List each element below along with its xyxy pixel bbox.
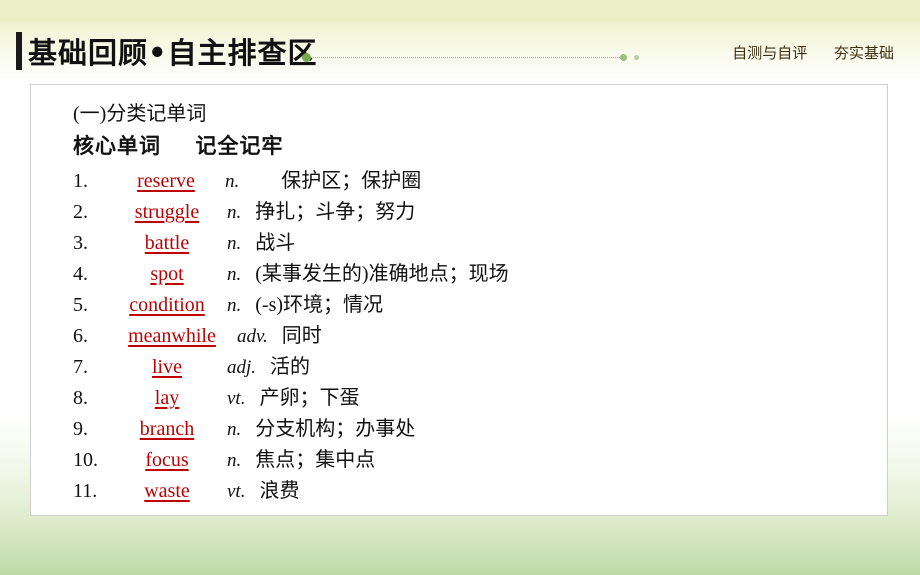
vocab-row: 4. spot n. (某事发生的)准确地点；现场 [73,257,877,288]
vocab-word-blank: condition [129,294,205,316]
vocabulary-list: 1. reserve n. 保护区；保护圈 2. struggle n. 挣扎；斗争；努力 3.… [73,164,877,505]
vocab-definition: (某事发生的)准确地点；现场 [255,263,509,285]
vocab-number: 1. [73,170,88,192]
vocab-row: 3. battle n. 战斗 [73,226,877,257]
header-dot-small [634,55,639,60]
vocab-part-of-speech: vt. [227,388,246,409]
vocab-part-of-speech: n. [227,450,242,471]
vocab-row: 10. focus n. 焦点；集中点 [73,443,877,474]
vocab-number: 2. [73,201,88,223]
vocab-definition: 产卵；下蛋 [259,387,360,409]
header-dot-medium [620,54,627,61]
vocab-row: 1. reserve n. 保护区；保护圈 [73,164,877,195]
header-accent-bar [16,32,22,70]
vocab-part-of-speech: n. [227,233,242,254]
vocab-word-blank: battle [144,232,190,254]
vocab-part-of-speech: vt. [227,481,246,502]
vocab-part-of-speech: adv. [237,326,268,347]
vocab-row: 2. struggle n. 挣扎；斗争；努力 [73,195,877,226]
vocab-row: 8. lay vt. 产卵；下蛋 [73,381,877,412]
vocab-row: 9. branch n. 分支机构；办事处 [73,412,877,443]
vocab-definition: 挣扎；斗争；努力 [255,201,416,223]
vocab-word-blank: meanwhile [128,325,216,347]
vocab-definition: 分支机构；办事处 [255,418,416,440]
vocab-word-blank: struggle [134,201,200,223]
vocab-part-of-speech: n. [227,295,242,316]
vocab-part-of-speech: n. [225,171,240,192]
header-dot-large [302,53,311,62]
vocab-definition: 保护区；保护圈 [281,170,422,192]
sub-heading-right: 记全记牢 [195,134,284,158]
content-body: (一)分类记单词 核心单词 记全记牢 1. reserve n. 保护区；保护圈 2. s… [73,99,877,505]
header-dotted-divider [310,57,620,58]
vocab-number: 11. [73,480,98,502]
vocab-part-of-speech: adj. [227,357,257,378]
vocab-word-blank: spot [150,263,184,285]
vocab-number: 10. [73,449,98,471]
vocab-definition: 活的 [270,356,311,378]
vocab-part-of-speech: n. [227,264,242,285]
page-title: 基础回顾•自主排查区 [28,36,318,70]
vocab-number: 6. [73,325,88,347]
vocab-definition: 焦点；集中点 [255,449,376,471]
top-band [0,0,920,22]
vocab-word-blank: live [152,356,182,378]
vocab-definition: 战斗 [255,232,296,254]
sub-heading: 核心单词 记全记牢 [73,130,877,162]
header-label-self-test: 自测与自评 [732,44,808,62]
section-label: (一)分类记单词 [73,103,207,125]
vocab-word-blank: reserve [137,170,195,192]
vocab-number: 3. [73,232,88,254]
vocab-word-blank: lay [154,387,180,409]
vocab-definition: 浪费 [259,480,300,502]
slide-header: 基础回顾•自主排查区 自测与自评 夯实基础 [0,30,920,74]
vocab-row: 6. meanwhile adv. 同时 [73,319,877,350]
vocab-part-of-speech: n. [227,419,242,440]
vocab-row: 7. live adj. 活的 [73,350,877,381]
vocab-part-of-speech: n. [227,202,242,223]
header-label-foundation: 夯实基础 [833,44,894,62]
header-right-labels: 自测与自评 夯实基础 [732,42,894,63]
vocab-definition: 同时 [281,325,322,347]
vocab-number: 9. [73,418,88,440]
vocab-row: 5. condition n. (-s)环境；情况 [73,288,877,319]
vocab-definition: (-s)环境；情况 [255,294,384,316]
vocab-word-blank: branch [139,418,195,440]
vocab-word-blank: focus [145,449,189,471]
vocab-row: 11. waste vt. 浪费 [73,474,877,505]
slide: 基础回顾•自主排查区 自测与自评 夯实基础 (一)分类记单词 核心单词 记全记牢… [0,0,920,575]
content-panel: (一)分类记单词 核心单词 记全记牢 1. reserve n. 保护区；保护圈 2. s… [30,84,888,516]
vocab-word-blank: waste [144,480,190,502]
vocab-number: 5. [73,294,88,316]
vocab-number: 7. [73,356,88,378]
vocab-number: 4. [73,263,88,285]
vocab-number: 8. [73,387,88,409]
sub-heading-left: 核心单词 [73,134,161,158]
